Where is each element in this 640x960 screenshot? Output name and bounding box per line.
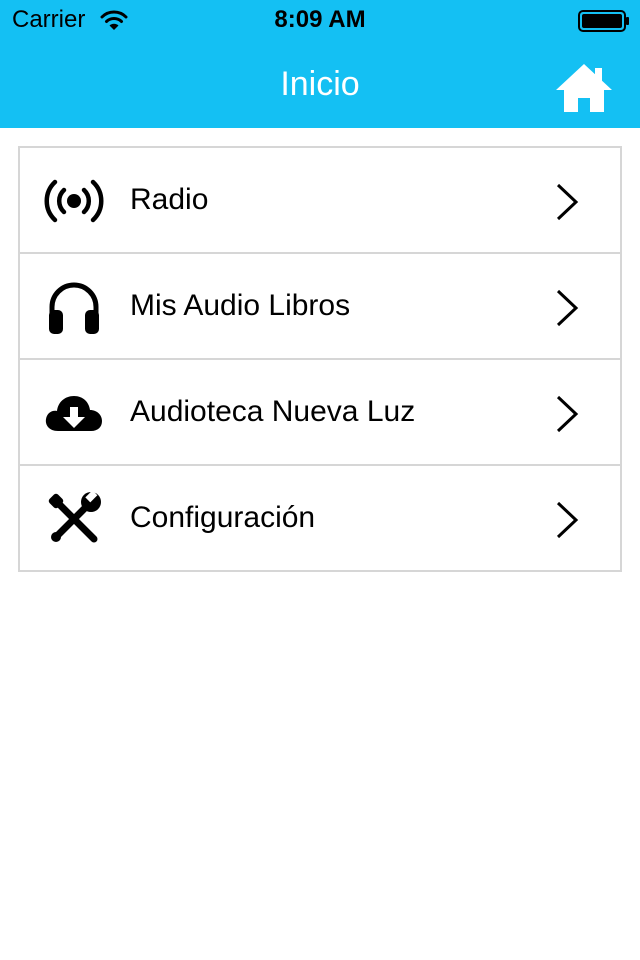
headphones-icon (44, 277, 104, 337)
home-button[interactable] (554, 60, 614, 116)
tools-icon (44, 489, 104, 549)
chevron-right-icon (552, 500, 582, 540)
home-icon (556, 64, 612, 112)
chevron-right-icon (552, 182, 582, 222)
main-menu-list: Radio Mis Audio Libros Audioteca Nueva L… (18, 146, 622, 572)
menu-item-label: Configuración (130, 501, 316, 534)
page-title: Inicio (280, 65, 360, 103)
chevron-right-icon (552, 394, 582, 434)
cloud-download-icon (44, 383, 104, 443)
menu-item-configuracion[interactable]: Configuración (20, 466, 620, 572)
menu-item-audioteca-nueva-luz[interactable]: Audioteca Nueva Luz (20, 360, 620, 466)
navigation-bar: Carrier 8:09 AM Inicio (0, 0, 640, 128)
broadcast-icon (44, 171, 104, 231)
status-bar: Carrier 8:09 AM (0, 0, 640, 40)
menu-item-label: Mis Audio Libros (130, 289, 351, 322)
chevron-right-icon (552, 288, 582, 328)
menu-item-radio[interactable]: Radio (20, 148, 620, 254)
menu-item-mis-audio-libros[interactable]: Mis Audio Libros (20, 254, 620, 360)
menu-item-label: Audioteca Nueva Luz (130, 395, 416, 428)
menu-item-label: Radio (130, 183, 209, 216)
status-time: 8:09 AM (274, 6, 366, 33)
battery-icon (578, 10, 630, 32)
